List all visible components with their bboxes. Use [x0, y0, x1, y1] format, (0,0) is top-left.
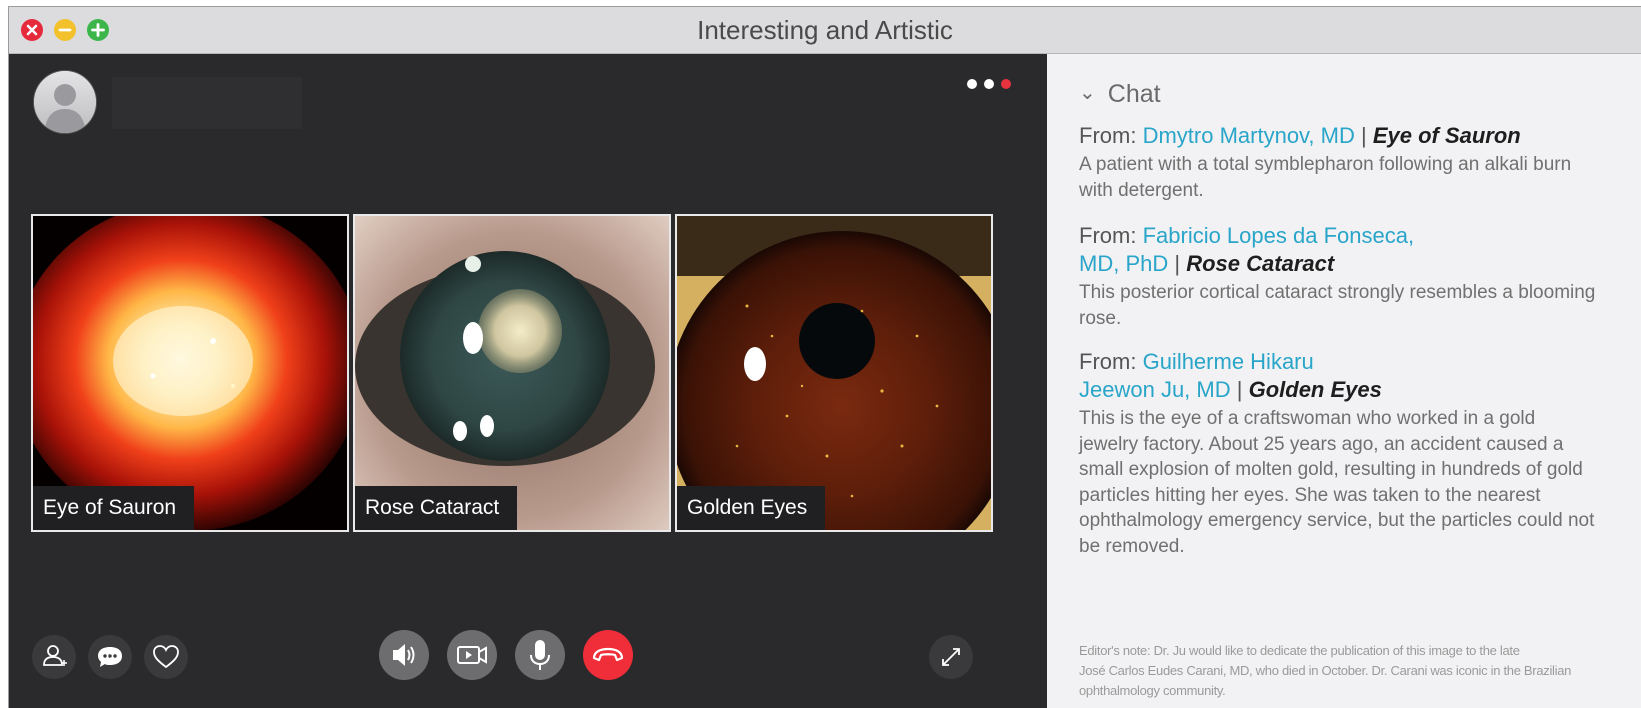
message-title: Rose Cataract — [1186, 251, 1335, 276]
window-title: Interesting and Artistic — [697, 15, 953, 45]
message-body: A patient with a total symblepharon foll… — [1079, 154, 1572, 201]
sender-link[interactable]: Guilherme Hikaru — [1143, 349, 1314, 374]
avatar[interactable] — [34, 71, 96, 133]
editor-note-line: José Carlos Eudes Carani, MD, who died i… — [1079, 663, 1572, 698]
eye-image — [33, 216, 347, 530]
editor-note: Editor's note: Dr. Ju would like to dedi… — [1079, 641, 1619, 701]
microphone-icon — [530, 640, 550, 670]
message-sender-line: From: Dmytro Martynov, MD | Eye of Sauro… — [1079, 122, 1599, 150]
app-window: Interesting and Artistic Eye of Sauron R… — [8, 6, 1641, 708]
fullscreen-button[interactable] — [929, 635, 973, 679]
message-sender-line: From: Fabricio Lopes da Fonseca, MD, PhD… — [1079, 222, 1599, 278]
chat-message: From: Dmytro Martynov, MD | Eye of Sauro… — [1079, 122, 1599, 203]
editor-note-line: Editor's note: Dr. Ju would like to dedi… — [1079, 643, 1520, 658]
microphone-button[interactable] — [515, 630, 565, 680]
separator: | — [1360, 123, 1367, 148]
tile-label: Rose Cataract — [355, 486, 518, 530]
video-button[interactable] — [447, 630, 497, 680]
participant-tile[interactable]: Golden Eyes — [675, 214, 993, 532]
more-options-icon[interactable] — [967, 76, 1017, 90]
video-call-area: Eye of Sauron Rose Cataract Golden Eyes — [9, 54, 1047, 708]
speaker-icon — [393, 644, 415, 666]
tile-label: Eye of Sauron — [33, 486, 195, 530]
message-body: This posterior cortical cataract strongl… — [1079, 282, 1596, 329]
heart-icon — [153, 645, 179, 669]
sender-link[interactable]: Jeewon Ju, MD — [1079, 377, 1231, 402]
message-title: Golden Eyes — [1248, 377, 1382, 402]
chat-bubble-icon — [98, 647, 122, 667]
from-label: From: — [1079, 349, 1137, 374]
person-icon — [34, 71, 96, 133]
chat-title: Chat — [1107, 80, 1161, 108]
participant-tile[interactable]: Eye of Sauron — [31, 214, 349, 532]
chat-button[interactable] — [88, 635, 132, 679]
from-label: From: — [1079, 223, 1137, 248]
chat-message: From: Fabricio Lopes da Fonseca, MD, PhD… — [1079, 222, 1599, 331]
chevron-down-icon: ⌄ — [1079, 82, 1096, 104]
separator: | — [1174, 251, 1181, 276]
fullscreen-icon — [942, 648, 960, 666]
end-call-icon — [592, 647, 624, 662]
sender-link[interactable]: MD, PhD — [1079, 251, 1168, 276]
eye-image — [677, 216, 991, 530]
tile-label: Golden Eyes — [677, 486, 826, 530]
speaker-button[interactable] — [379, 630, 429, 680]
from-label: From: — [1079, 123, 1137, 148]
message-sender-line: From: Guilherme Hikaru Jeewon Ju, MD | G… — [1079, 348, 1599, 404]
separator: | — [1236, 377, 1243, 402]
chat-header[interactable]: ⌄ Chat — [1079, 80, 1161, 109]
message-body: This is the eye of a craftswoman who wor… — [1079, 408, 1595, 557]
participant-name-placeholder — [112, 77, 302, 129]
sender-link[interactable]: Fabricio Lopes da Fonseca, — [1143, 223, 1415, 248]
end-call-button[interactable] — [583, 630, 633, 680]
video-camera-icon — [457, 646, 487, 664]
chat-message: From: Guilherme Hikaru Jeewon Ju, MD | G… — [1079, 348, 1599, 559]
chat-panel: ⌄ Chat From: Dmytro Martynov, MD | Eye of… — [1047, 54, 1641, 708]
sender-link[interactable]: Dmytro Martynov, MD — [1143, 123, 1355, 148]
participant-tile[interactable]: Rose Cataract — [353, 214, 671, 532]
title-bar: Interesting and Artistic — [9, 7, 1641, 54]
message-title: Eye of Sauron — [1372, 123, 1521, 148]
eye-image — [355, 216, 669, 530]
add-contact-icon — [43, 645, 67, 666]
add-contact-button[interactable] — [32, 635, 76, 679]
favorite-button[interactable] — [144, 635, 188, 679]
